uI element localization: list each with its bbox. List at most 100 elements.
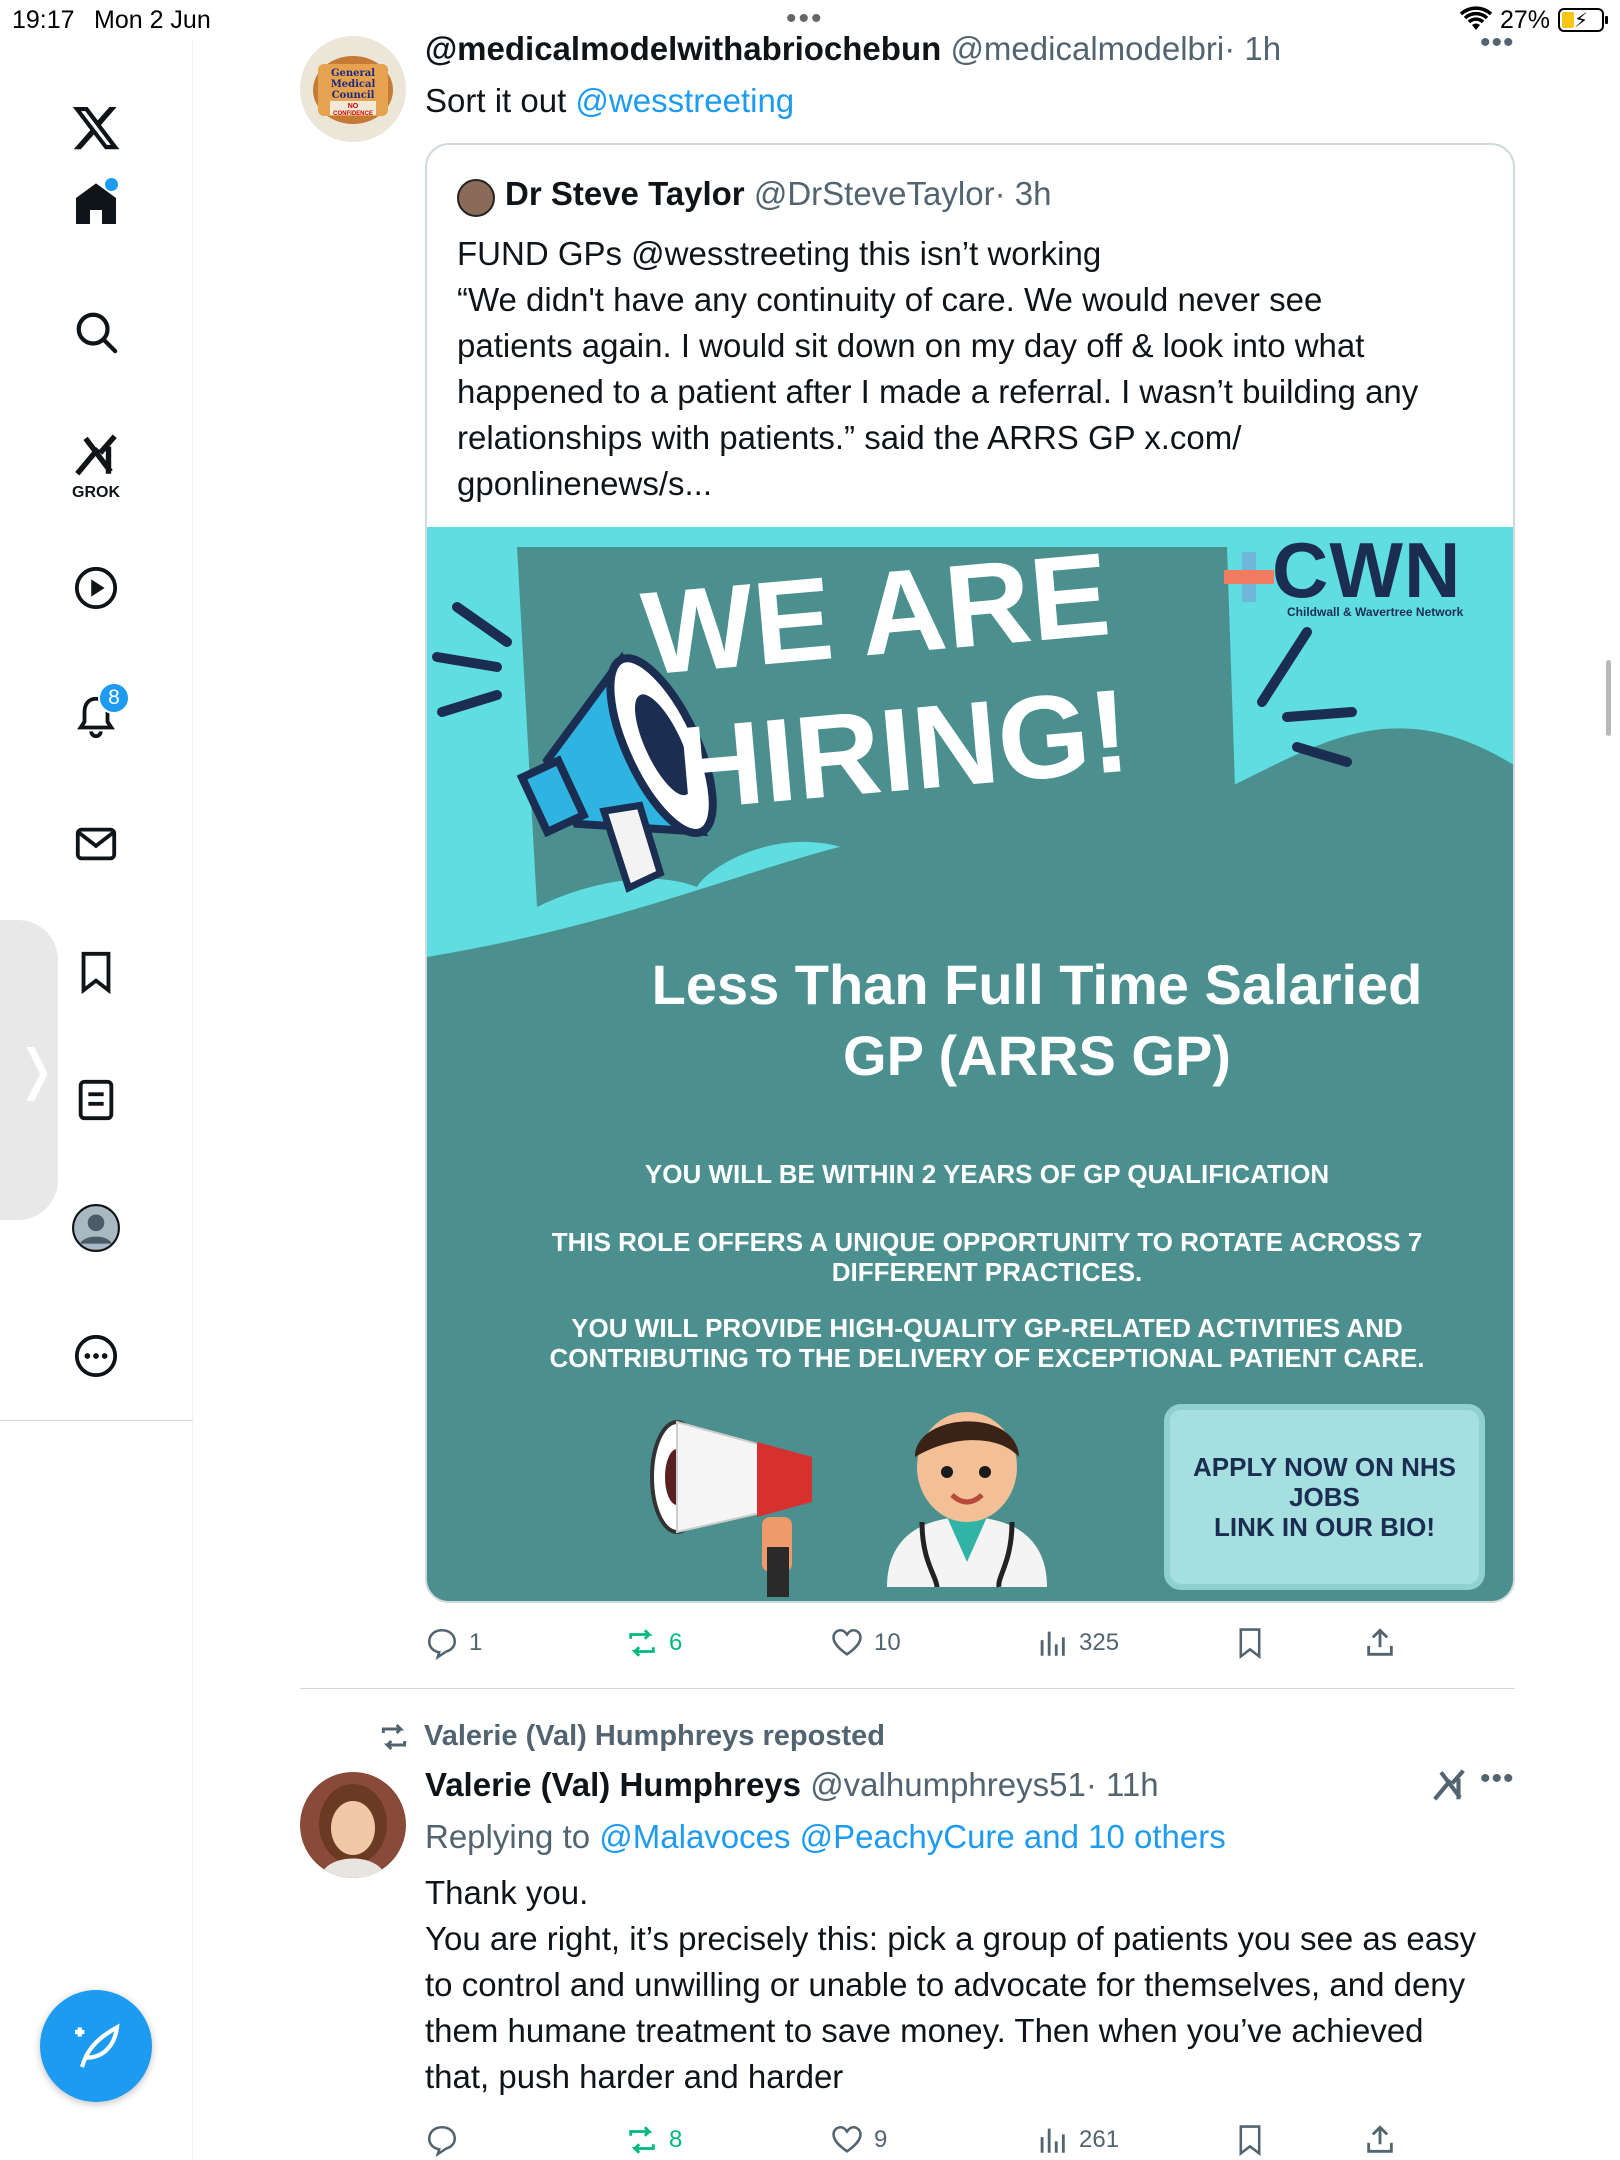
- grok-label: GROK: [72, 484, 120, 501]
- share-button[interactable]: [1363, 1618, 1397, 1668]
- reply-count: 1: [469, 1629, 483, 1656]
- poster-apply-line-2: JOBS: [1289, 1482, 1360, 1512]
- post-text-line: You are right, it’s precisely this: pick…: [425, 1920, 1477, 1957]
- views-button[interactable]: 325: [1035, 1618, 1119, 1668]
- views-icon: [1040, 2128, 1065, 2153]
- status-date: Mon 2 Jun: [94, 6, 211, 34]
- post-text-body: Sort it out: [425, 82, 576, 119]
- repost-indicator-icon: [381, 1723, 407, 1750]
- home-icon[interactable]: [60, 168, 132, 240]
- post-text-line: them humane treatment to save money. The…: [425, 2012, 1424, 2049]
- quoted-author-avatar: [457, 179, 495, 217]
- like-button[interactable]: 9: [830, 2115, 887, 2160]
- notifications-icon[interactable]: 8: [60, 680, 132, 752]
- post-more-icon[interactable]: •••: [1480, 1762, 1515, 1796]
- messages-icon[interactable]: [60, 808, 132, 880]
- poster-apply-box: APPLY NOW ON NHS JOBS LINK IN OUR BIO!: [1167, 1407, 1482, 1587]
- repost-indicator-text[interactable]: Valerie (Val) Humphreys reposted: [424, 1720, 885, 1753]
- avatar-text-2: Medical: [331, 79, 376, 90]
- post-time[interactable]: · 1h: [1224, 30, 1281, 67]
- post-more-icon[interactable]: •••: [1480, 26, 1515, 60]
- author-handle[interactable]: @valhumphreys51: [810, 1766, 1086, 1803]
- poster-logo: CWN: [1272, 527, 1462, 614]
- home-unread-dot: [105, 178, 118, 191]
- post-text: Thank you. You are right, it’s precisely…: [425, 1870, 1515, 2100]
- quoted-post-time: · 3h: [994, 175, 1052, 212]
- hiring-poster-image[interactable]: CWN Childwall & Wavertree Network WE ARE…: [427, 527, 1513, 1601]
- quoted-post[interactable]: Dr Steve Taylor @DrSteveTaylor· 3h FUND …: [425, 143, 1515, 1603]
- post-text-line: to control and unwilling or unable to ad…: [425, 1966, 1466, 2003]
- repost-button[interactable]: 8: [625, 2115, 682, 2160]
- post-text-line: that, push harder and harder: [425, 2058, 844, 2095]
- replying-to: Replying to @Malavoces @PeachyCure and 1…: [425, 1814, 1226, 1860]
- post-text: Sort it out @wesstreeting: [425, 78, 794, 124]
- like-count: 9: [874, 2126, 888, 2153]
- compose-post-button[interactable]: [40, 1990, 152, 2102]
- poster-detail-2b: DIFFERENT PRACTICES.: [831, 1257, 1143, 1287]
- bookmark-icon: [1239, 2125, 1261, 2157]
- chevron-right-icon: ❭: [14, 1040, 60, 1100]
- quoted-text-line: FUND GPs @wesstreeting this isn’t workin…: [457, 235, 1102, 272]
- post-actions: 1 6 10 325: [425, 1618, 1425, 1668]
- quoted-text-line: happened to a patient after I made a ref…: [457, 373, 1419, 410]
- mention-link[interactable]: @wesstreeting: [575, 82, 794, 119]
- more-options-icon[interactable]: [60, 1320, 132, 1392]
- scroll-indicator[interactable]: [1606, 660, 1611, 736]
- quoted-text-line: relationships with patients.” said the A…: [457, 419, 1242, 456]
- author-avatar[interactable]: General Medical Council NO CONFIDENCE: [300, 36, 406, 142]
- replying-to-label: Replying to: [425, 1818, 600, 1855]
- video-icon[interactable]: [60, 552, 132, 624]
- grok-explain-icon[interactable]: [1430, 1766, 1468, 1809]
- poster-apply-line-1: APPLY NOW ON NHS: [1193, 1452, 1456, 1482]
- author-name[interactable]: Valerie (Val) Humphreys: [425, 1766, 801, 1803]
- repost-icon: [629, 1629, 655, 1657]
- slide-over-handle[interactable]: ❭: [0, 920, 60, 1220]
- poster-apply-line-3: LINK IN OUR BIO!: [1214, 1512, 1435, 1542]
- avatar-text-4: NO: [348, 103, 359, 110]
- like-button[interactable]: 10: [830, 1618, 901, 1668]
- bookmark-button[interactable]: [1233, 2115, 1267, 2160]
- post-header: Valerie (Val) Humphreys @valhumphreys51·…: [425, 1766, 1159, 1804]
- quoted-text-line: gponlinenews/s...: [457, 465, 712, 502]
- poster-logo-subtitle: Childwall & Wavertree Network: [1287, 605, 1464, 619]
- bookmark-icon: [1239, 1628, 1261, 1660]
- battery-icon: ⚡: [1558, 8, 1608, 32]
- repost-button[interactable]: 6: [625, 1618, 682, 1668]
- timeline: General Medical Council NO CONFIDENCE @m…: [300, 0, 1611, 2160]
- heart-icon: [832, 2125, 862, 2153]
- views-button[interactable]: 261: [1035, 2115, 1119, 2160]
- reply-icon: [427, 1628, 457, 1660]
- quoted-author-name: Dr Steve Taylor: [505, 175, 745, 212]
- post-actions: 8 9 261: [425, 2115, 1425, 2160]
- reply-button[interactable]: 1: [425, 1618, 482, 1668]
- views-icon: [1040, 1631, 1065, 1656]
- author-name[interactable]: @medicalmodelwithabriochebun: [425, 30, 941, 67]
- x-logo-icon[interactable]: [60, 92, 132, 164]
- grok-icon[interactable]: GROK: [60, 424, 132, 524]
- views-count: 261: [1079, 2126, 1120, 2153]
- search-icon[interactable]: [60, 296, 132, 368]
- quoted-text-line: patients again. I would sit down on my d…: [457, 327, 1365, 364]
- bookmarks-icon[interactable]: [60, 936, 132, 1008]
- share-icon: [1367, 2125, 1393, 2153]
- reply-icon: [427, 2125, 457, 2157]
- reply-button[interactable]: [425, 2115, 459, 2160]
- bookmark-button[interactable]: [1233, 1618, 1267, 1668]
- share-icon: [1367, 1628, 1393, 1656]
- profile-avatar-icon[interactable]: [60, 1192, 132, 1264]
- poster-role-line-1: Less Than Full Time Salaried: [651, 953, 1423, 1016]
- avatar-text-5: CONFIDENCE: [333, 111, 373, 117]
- lists-icon[interactable]: [60, 1064, 132, 1136]
- author-avatar[interactable]: [300, 1772, 406, 1878]
- post-time[interactable]: · 11h: [1086, 1766, 1159, 1803]
- compose-feather-icon: [75, 2023, 120, 2068]
- poster-detail-3a: YOU WILL PROVIDE HIGH-QUALITY GP-RELATED…: [571, 1313, 1403, 1343]
- repost-count: 6: [669, 1629, 683, 1656]
- repost-indicator: Valerie (Val) Humphreys reposted: [378, 1720, 885, 1753]
- share-button[interactable]: [1363, 2115, 1397, 2160]
- author-handle[interactable]: @medicalmodelbri: [950, 30, 1224, 67]
- like-count: 10: [874, 1629, 901, 1656]
- poster-detail-1: YOU WILL BE WITHIN 2 YEARS OF GP QUALIFI…: [644, 1159, 1330, 1189]
- replying-to-links[interactable]: @Malavoces @PeachyCure and 10 others: [599, 1818, 1225, 1855]
- quoted-post-header: Dr Steve Taylor @DrSteveTaylor· 3h: [505, 175, 1051, 213]
